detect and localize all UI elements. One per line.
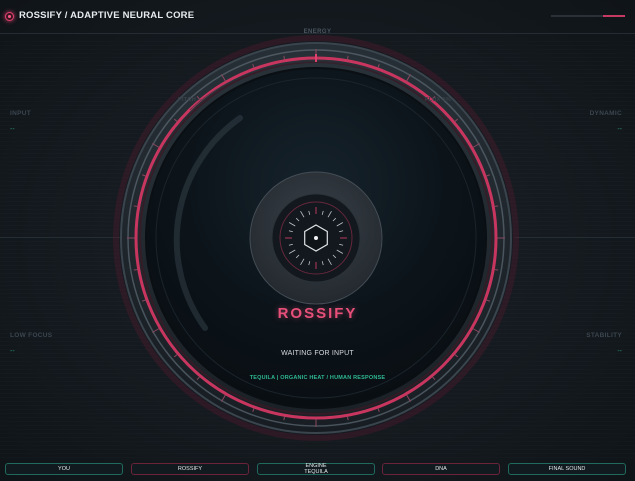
bezel-tick — [133, 205, 138, 208]
bezel-tick — [494, 205, 499, 208]
flux-label: FLUX 0% — [425, 97, 451, 103]
neural-core-dial[interactable] — [0, 0, 635, 481]
pitch-label: PITCH -- — [178, 97, 203, 103]
bottom-tab-bar: YOU ROSSIFY ENGINE TEQUILA DNA FINAL SOUN… — [0, 463, 635, 479]
tab-final-sound[interactable]: FINAL SOUND — [508, 463, 626, 475]
dial-graphic — [113, 35, 519, 441]
tab-rossify[interactable]: ROSSIFY — [131, 463, 249, 475]
bezel-tick — [346, 416, 349, 421]
status-text: WAITING FOR INPUT — [281, 350, 354, 357]
flux-value: 0% — [442, 97, 451, 103]
bezel-tick — [283, 55, 286, 60]
bezel-tick — [346, 55, 349, 60]
energy-label: ENERGY — [303, 29, 332, 35]
tab-you[interactable]: YOU — [5, 463, 123, 475]
engine-subtitle: TEQUILA | ORGANIC HEAT / HUMAN RESPONSE — [249, 375, 386, 381]
brand-title: ROSSIFY — [277, 305, 358, 322]
tab-dna[interactable]: DNA — [382, 463, 500, 475]
bezel-tick — [494, 268, 499, 271]
bezel-tick — [133, 268, 138, 271]
bezel-tick — [283, 416, 286, 421]
core-center-dot — [314, 236, 318, 240]
tab-engine[interactable]: ENGINE TEQUILA — [257, 463, 375, 475]
